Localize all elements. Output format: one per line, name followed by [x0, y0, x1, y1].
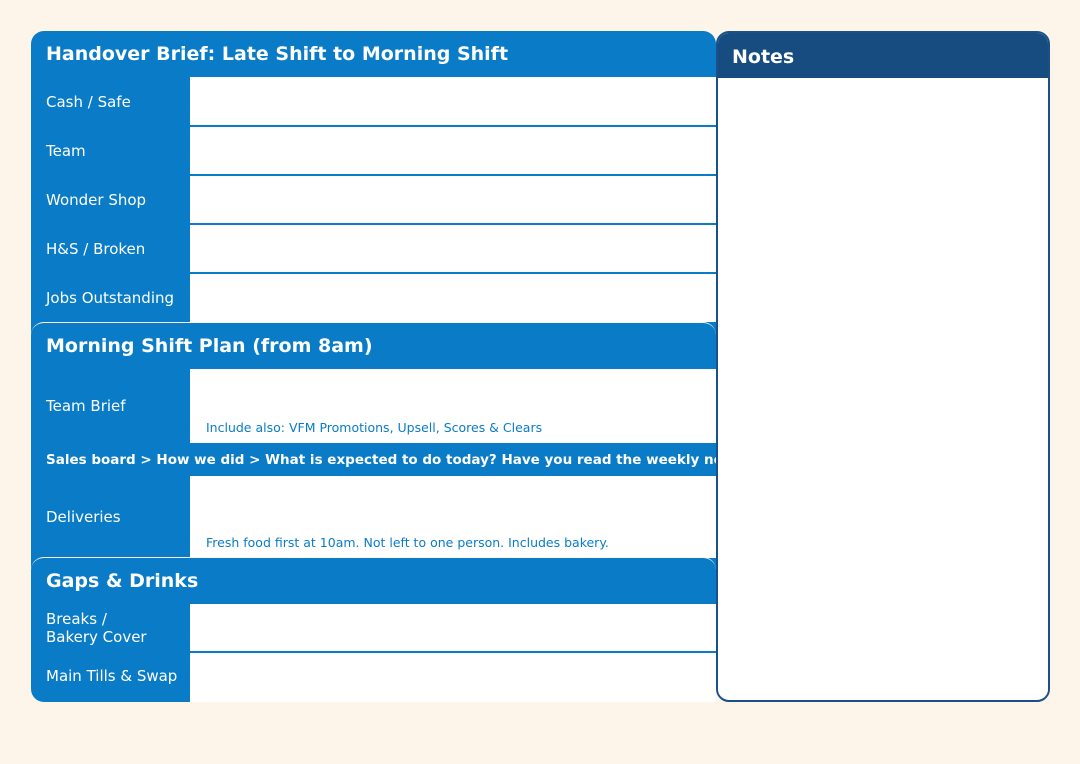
- main-tills-label: Main Tills & Swap: [46, 667, 178, 685]
- team-brief-hint: Include also: VFM Promotions, Upsell, Sc…: [206, 420, 543, 435]
- wonder-shop-field[interactable]: [190, 176, 716, 223]
- team-field[interactable]: [190, 127, 716, 174]
- deliveries-field[interactable]: Fresh food first at 10am. Not left to on…: [190, 476, 716, 558]
- deliveries-hint: Fresh food first at 10am. Not left to on…: [206, 535, 609, 550]
- team-brief-field[interactable]: Include also: VFM Promotions, Upsell, Sc…: [190, 369, 716, 443]
- handover-title: Handover Brief: Late Shift to Morning Sh…: [46, 43, 509, 65]
- breaks-label-line1: Breaks /: [46, 610, 107, 628]
- gaps-drinks-title: Gaps & Drinks: [31, 557, 716, 603]
- cash-safe-label: Cash / Safe: [46, 93, 131, 111]
- notes-title: Notes: [718, 33, 1048, 78]
- breaks-bakery-field[interactable]: [190, 604, 716, 651]
- morning-shift-title: Morning Shift Plan (from 8am): [31, 322, 716, 368]
- jobs-outstanding-field[interactable]: [190, 274, 716, 322]
- wonder-shop-label: Wonder Shop: [46, 191, 147, 209]
- hs-broken-label: H&S / Broken: [46, 240, 146, 258]
- team-label: Team: [46, 142, 86, 160]
- breaks-label: Breaks / Bakery Cover: [46, 610, 147, 646]
- notes-area[interactable]: [718, 78, 1048, 698]
- notes-panel: Notes: [716, 31, 1050, 702]
- team-brief-label: Team Brief: [46, 397, 126, 415]
- deliveries-label: Deliveries: [46, 508, 121, 526]
- handover-form: Handover Brief: Late Shift to Morning Sh…: [31, 31, 716, 702]
- main-tills-field[interactable]: [190, 653, 716, 702]
- hs-broken-field[interactable]: [190, 225, 716, 272]
- cash-safe-field[interactable]: [190, 77, 716, 125]
- breaks-label-line2: Bakery Cover: [46, 628, 147, 646]
- jobs-outstanding-label: Jobs Outstanding: [46, 289, 175, 307]
- sales-board-bar: Sales board > How we did > What is expec…: [46, 452, 716, 468]
